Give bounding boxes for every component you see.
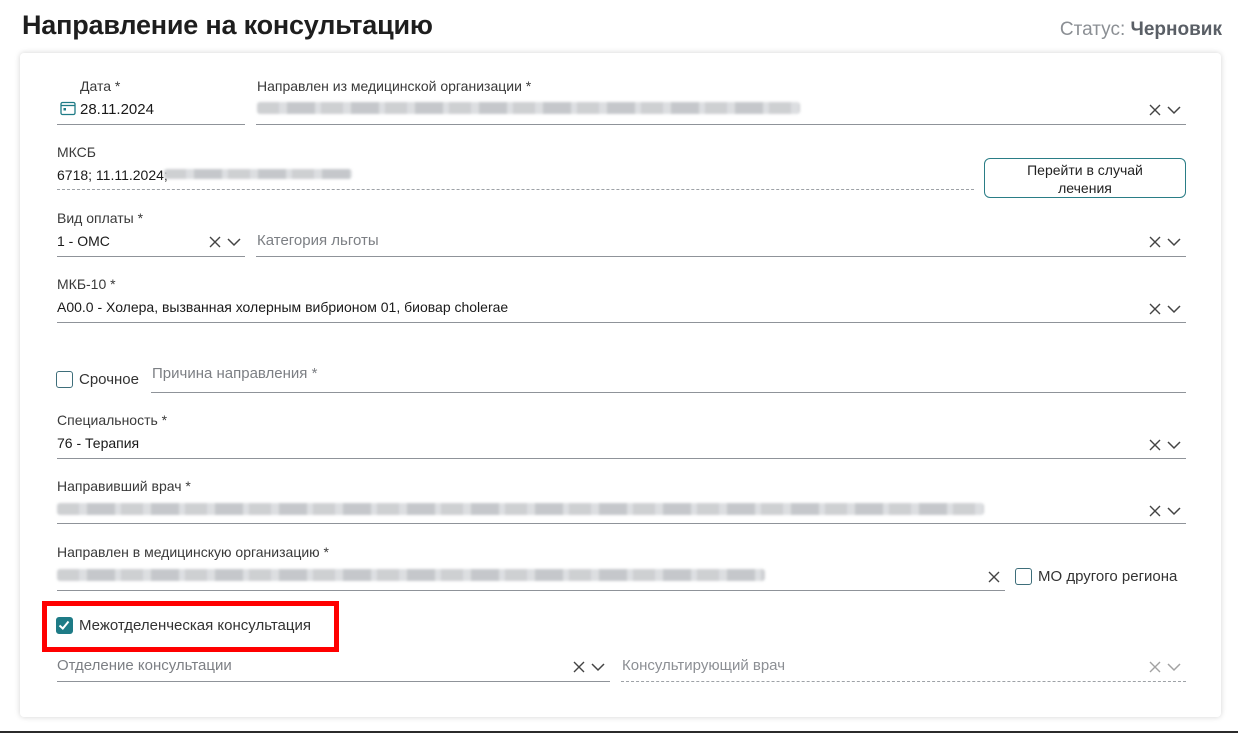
benefit-underline: [256, 256, 1186, 257]
payment-underline: [57, 256, 245, 257]
specialty-label: Специальность *: [57, 412, 168, 428]
doctor-controls: [1148, 504, 1182, 518]
chevron-down-icon[interactable]: [1166, 660, 1182, 674]
goto-case-button-line1: Перейти в случай: [1027, 162, 1143, 178]
chevron-down-icon[interactable]: [226, 235, 242, 249]
mkb-label: МКБ-10 *: [57, 276, 116, 292]
date-value[interactable]: 28.11.2024: [80, 101, 154, 118]
clear-icon[interactable]: [1148, 302, 1162, 316]
interdept-label[interactable]: Межотделенческая консультация: [79, 617, 311, 634]
clear-icon[interactable]: [572, 660, 586, 674]
consultant-controls: [1148, 660, 1182, 674]
reason-underline: [151, 392, 1186, 393]
to-org-underline: [57, 590, 1005, 591]
department-underline: [57, 681, 610, 682]
chevron-down-icon[interactable]: [1166, 103, 1182, 117]
mkb-controls: [1148, 302, 1182, 316]
other-region-checkbox[interactable]: [1015, 568, 1032, 585]
consultant-placeholder[interactable]: Консультирующий врач: [622, 657, 785, 674]
status-value: Черновик: [1130, 19, 1222, 40]
reason-placeholder[interactable]: Причина направления *: [152, 365, 317, 382]
to-org-label: Направлен в медицинскую организацию *: [57, 544, 329, 560]
goto-case-button-line2: лечения: [1058, 180, 1112, 196]
doctor-underline: [57, 523, 1186, 524]
status: Статус: Черновик: [1060, 19, 1222, 41]
mkb-value[interactable]: A00.0 - Холера, вызванная холерным вибри…: [57, 299, 508, 315]
from-org-label: Направлен из медицинской организации *: [257, 78, 532, 94]
status-label: Статус:: [1059, 19, 1126, 40]
from-org-underline: [256, 124, 1186, 125]
goto-case-button[interactable]: Перейти в случай лечения: [984, 158, 1186, 198]
payment-controls: [208, 235, 242, 249]
to-org-value-redacted[interactable]: [57, 569, 765, 581]
to-org-controls: [987, 570, 1001, 584]
chevron-down-icon[interactable]: [590, 660, 606, 674]
chevron-down-icon[interactable]: [1166, 302, 1182, 316]
specialty-controls: [1148, 438, 1182, 452]
mkb-underline: [57, 322, 1186, 323]
department-controls: [572, 660, 606, 674]
mksb-value: 6718; 11.11.2024;: [57, 167, 168, 183]
chevron-down-icon[interactable]: [1166, 438, 1182, 452]
doctor-value-redacted[interactable]: [57, 503, 984, 515]
clear-icon[interactable]: [1148, 103, 1162, 117]
clear-icon[interactable]: [1148, 504, 1162, 518]
department-placeholder[interactable]: Отделение консультации: [57, 657, 232, 674]
payment-value[interactable]: 1 - ОМС: [57, 233, 110, 249]
benefit-controls: [1148, 235, 1182, 249]
interdept-checkbox[interactable]: [56, 617, 73, 634]
page-title: Направление на консультацию: [22, 10, 433, 40]
clear-icon[interactable]: [1148, 235, 1162, 249]
calendar-icon[interactable]: [60, 100, 76, 121]
check-icon: [58, 620, 70, 630]
from-org-controls: [1148, 103, 1182, 117]
doctor-label: Направивший врач *: [57, 478, 191, 494]
clear-icon[interactable]: [208, 235, 222, 249]
payment-label: Вид оплаты *: [57, 210, 144, 226]
from-org-value-redacted[interactable]: [257, 102, 800, 114]
benefit-placeholder[interactable]: Категория льготы: [257, 232, 379, 249]
date-label: Дата *: [80, 78, 121, 94]
clear-icon[interactable]: [987, 570, 1001, 584]
urgent-checkbox[interactable]: [56, 371, 73, 388]
consultant-underline: [621, 681, 1186, 682]
clear-icon[interactable]: [1148, 438, 1162, 452]
specialty-value[interactable]: 76 - Терапия: [57, 435, 139, 451]
chevron-down-icon[interactable]: [1166, 504, 1182, 518]
date-underline: [57, 124, 245, 125]
specialty-underline: [57, 458, 1186, 459]
mksb-value-redacted: [164, 169, 352, 179]
urgent-label[interactable]: Срочное: [79, 371, 139, 388]
other-region-label[interactable]: МО другого региона: [1038, 568, 1177, 585]
chevron-down-icon[interactable]: [1166, 235, 1182, 249]
clear-icon[interactable]: [1148, 660, 1162, 674]
mksb-underline: [57, 189, 974, 190]
mksb-label: МКСБ: [57, 144, 96, 160]
